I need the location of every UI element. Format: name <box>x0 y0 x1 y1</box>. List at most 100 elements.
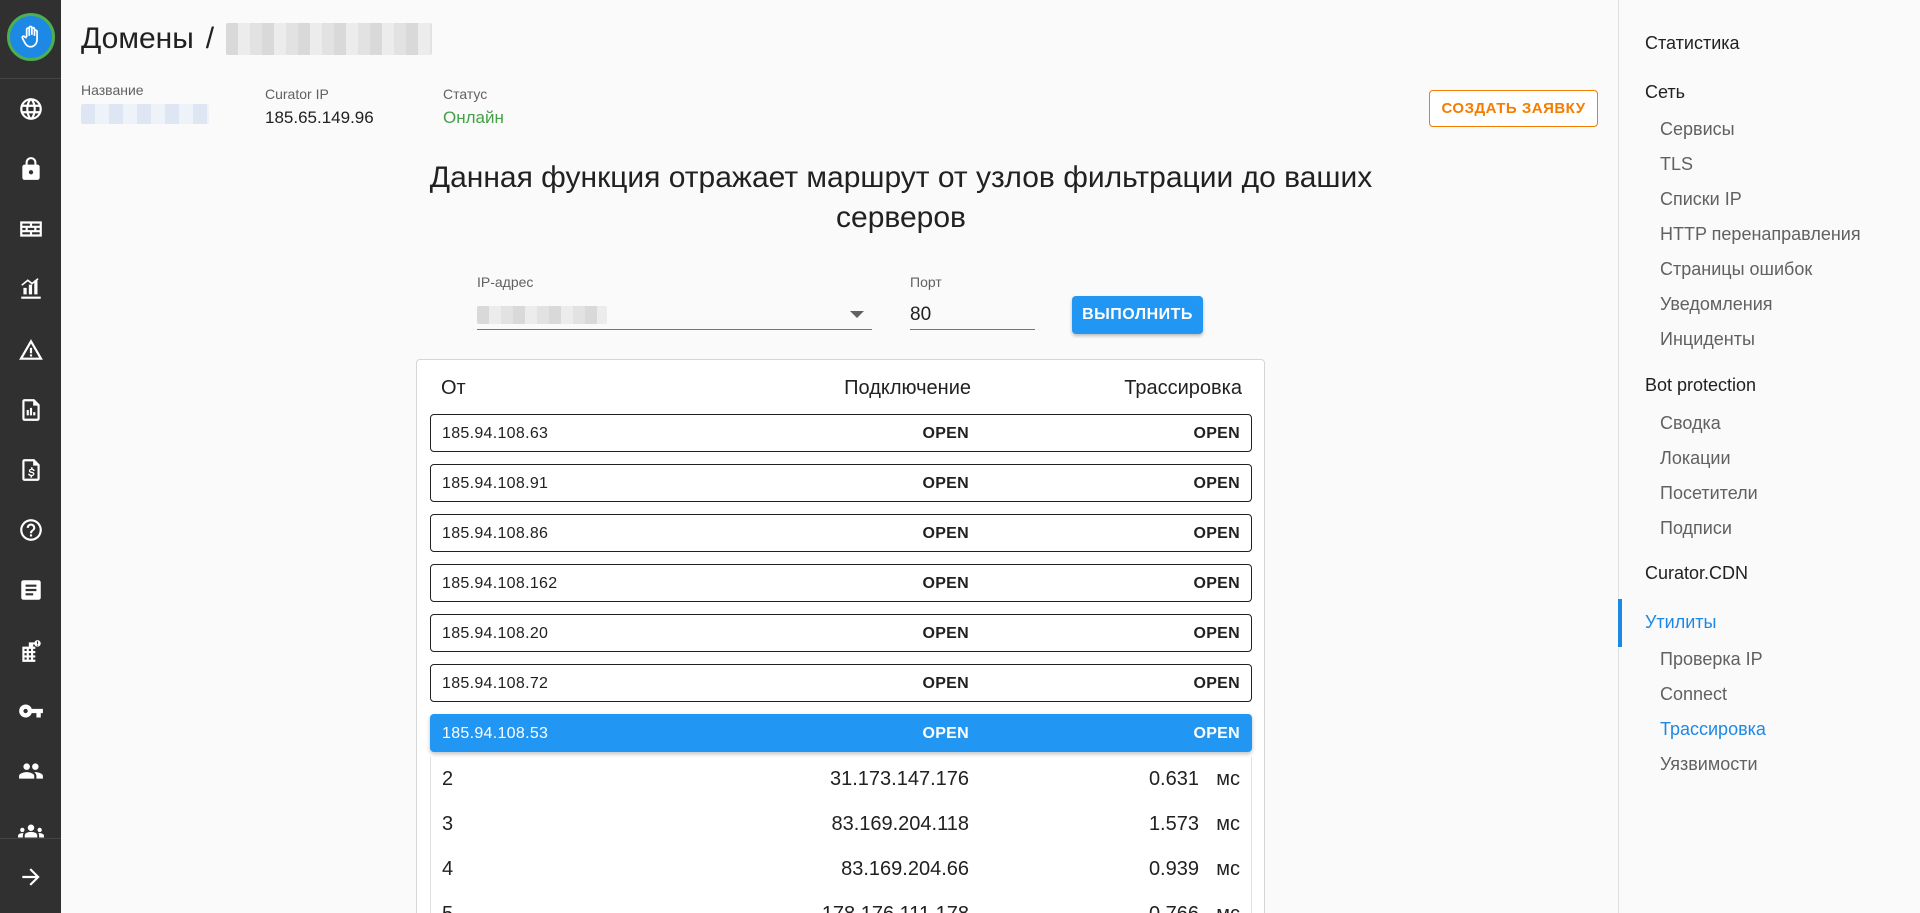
row-trace: OPEN <box>1193 725 1240 742</box>
key-icon[interactable] <box>0 691 61 731</box>
hop-ip: 178.176.111.178 <box>822 903 969 913</box>
curator-ip-label: Curator IP <box>265 86 329 102</box>
status-label: Статус <box>443 86 488 102</box>
billing-icon[interactable] <box>0 450 61 490</box>
toc-utilities[interactable]: Утилиты <box>1645 612 1716 633</box>
toc-curator-cdn[interactable]: Curator.CDN <box>1645 563 1748 584</box>
hop-number: 5 <box>442 903 453 913</box>
port-field[interactable]: Порт 80 <box>910 274 1035 330</box>
warning-icon[interactable] <box>0 330 61 370</box>
report-icon[interactable] <box>0 390 61 430</box>
toc-item-services[interactable]: Сервисы <box>1660 119 1735 140</box>
toc-item-vulnerabilities[interactable]: Уязвимости <box>1660 754 1758 775</box>
hop-number: 2 <box>442 768 454 790</box>
chart-icon[interactable] <box>0 269 61 309</box>
table-row[interactable]: 185.94.108.91 OPEN OPEN <box>430 464 1252 502</box>
hop-ip: 83.169.204.118 <box>831 813 969 835</box>
hop-unit: мс <box>1216 903 1240 913</box>
rail-divider <box>0 78 61 79</box>
row-ip: 185.94.108.63 <box>442 425 549 442</box>
document-icon[interactable] <box>0 570 61 610</box>
toc-item-signatures[interactable]: Подписи <box>1660 518 1732 539</box>
logo-hand-icon[interactable] <box>7 13 55 61</box>
toc-network[interactable]: Сеть <box>1645 82 1685 103</box>
hop-time: 1.573 <box>1148 813 1199 835</box>
row-ip: 185.94.108.91 <box>442 475 549 492</box>
table-row[interactable]: 185.94.108.72 OPEN OPEN <box>430 664 1252 702</box>
hop-ip: 31.173.147.176 <box>829 768 969 790</box>
chevron-down-icon[interactable] <box>850 311 864 318</box>
building-icon[interactable] <box>0 631 61 671</box>
toc-item-traceroute[interactable]: Трассировка <box>1660 719 1766 740</box>
toc-item-ip-lists[interactable]: Списки IP <box>1660 189 1742 210</box>
section-navigation: Статистика Сеть Сервисы TLS Списки IP HT… <box>1618 0 1920 913</box>
table-row[interactable]: 185.94.108.162 OPEN OPEN <box>430 564 1252 602</box>
toc-item-connect[interactable]: Connect <box>1660 684 1727 705</box>
row-connection: OPEN <box>922 725 969 742</box>
row-ip: 185.94.108.20 <box>442 625 549 642</box>
row-trace: OPEN <box>1193 525 1240 542</box>
table-row-selected[interactable]: 185.94.108.53 OPEN OPEN <box>430 714 1252 752</box>
create-request-button[interactable]: СОЗДАТЬ ЗАЯВКУ <box>1429 90 1598 127</box>
toc-bot-protection[interactable]: Bot protection <box>1645 375 1756 396</box>
curator-ip-value: 185.65.149.96 <box>265 108 374 127</box>
meta-status: Статус Онлайн <box>443 86 504 128</box>
hand-icon <box>21 25 38 48</box>
hop-unit: мс <box>1216 813 1240 835</box>
hop-time: 0.766 <box>1149 903 1199 913</box>
table-header: От Подключение Трассировка <box>417 360 1264 414</box>
hop-row: 2 31.173.147.176 0.631 мс <box>430 757 1252 802</box>
toc-item-http-redirects[interactable]: HTTP перенаправления <box>1660 224 1861 245</box>
name-label: Название <box>81 82 144 98</box>
toc-item-error-pages[interactable]: Страницы ошибок <box>1660 259 1812 280</box>
page-heading: Данная функция отражает маршрут от узлов… <box>429 161 1373 234</box>
row-ip: 185.94.108.86 <box>442 525 549 542</box>
ip-label: IP-адрес <box>477 274 534 290</box>
table-row[interactable]: 185.94.108.86 OPEN OPEN <box>430 514 1252 552</box>
help-icon[interactable] <box>0 510 61 550</box>
toc-item-tls[interactable]: TLS <box>1660 154 1693 175</box>
name-value-redacted <box>81 104 209 124</box>
toc-item-incidents[interactable]: Инциденты <box>1660 329 1755 350</box>
header-trace: Трассировка <box>1124 377 1242 399</box>
table-row[interactable]: 185.94.108.20 OPEN OPEN <box>430 614 1252 652</box>
firewall-icon[interactable] <box>0 209 61 249</box>
ip-select[interactable]: IP-адрес <box>477 274 872 330</box>
user-icon[interactable] <box>0 751 61 791</box>
toc-item-ip-check[interactable]: Проверка IP <box>1660 649 1763 670</box>
hop-row: 5 178.176.111.178 0.766 мс <box>430 892 1252 913</box>
header-connection: Подключение <box>844 377 971 399</box>
toc-item-visitors[interactable]: Посетители <box>1660 483 1758 504</box>
ip-value-redacted <box>477 305 607 324</box>
port-input[interactable]: 80 <box>910 300 1035 330</box>
globe-icon[interactable] <box>0 89 61 129</box>
lock-icon[interactable] <box>0 149 61 189</box>
row-trace: OPEN <box>1193 575 1240 592</box>
main-content: Домены / Название Curator IP 185.65.149.… <box>61 0 1677 913</box>
meta-name: Название <box>81 82 209 129</box>
toc-statistics[interactable]: Статистика <box>1645 33 1740 54</box>
row-ip: 185.94.108.53 <box>442 725 549 742</box>
breadcrumb-domains[interactable]: Домены <box>81 22 194 56</box>
toc-active-indicator <box>1618 599 1622 647</box>
row-connection: OPEN <box>922 575 969 592</box>
toc-item-notifications[interactable]: Уведомления <box>1660 294 1773 315</box>
run-button[interactable]: ВЫПОЛНИТЬ <box>1072 296 1203 334</box>
hop-unit: мс <box>1216 768 1240 790</box>
hop-time: 0.939 <box>1148 858 1199 880</box>
hop-row: 4 83.169.204.66 0.939 мс <box>430 847 1252 892</box>
toc-item-locations[interactable]: Локации <box>1660 448 1731 469</box>
arrow-right-icon[interactable] <box>0 857 61 897</box>
trace-table: От Подключение Трассировка 185.94.108.63… <box>416 359 1265 913</box>
hop-unit: мс <box>1216 858 1240 880</box>
row-ip: 185.94.108.72 <box>442 675 549 692</box>
toc-item-summary[interactable]: Сводка <box>1660 413 1721 434</box>
row-trace: OPEN <box>1193 675 1240 692</box>
row-trace: OPEN <box>1193 425 1240 442</box>
hop-number: 3 <box>442 813 454 835</box>
header-from: От <box>441 377 466 399</box>
hop-number: 4 <box>442 858 454 880</box>
rail-collapse-area <box>0 838 61 913</box>
row-connection: OPEN <box>922 625 969 642</box>
table-row[interactable]: 185.94.108.63 OPEN OPEN <box>430 414 1252 452</box>
